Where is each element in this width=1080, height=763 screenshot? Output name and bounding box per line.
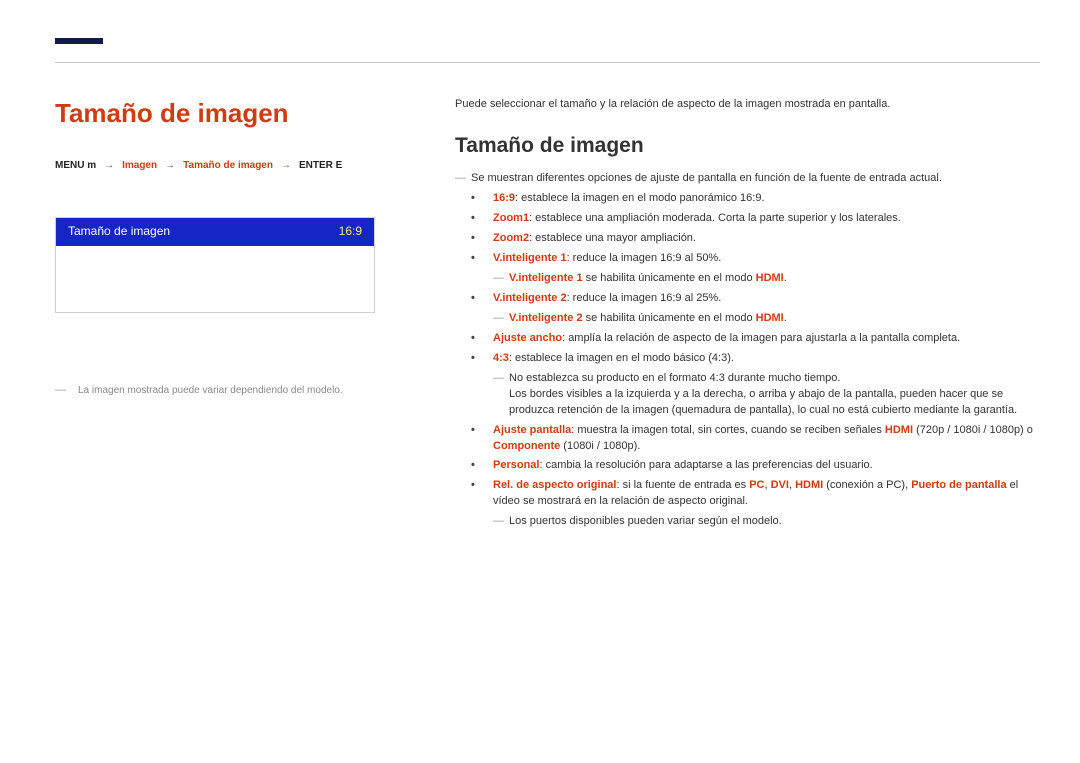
item-text: V.inteligente 1: reduce la imagen 16:9 a…	[493, 251, 1040, 267]
item-text: V.inteligente 2: reduce la imagen 16:9 a…	[493, 291, 1040, 307]
item-text: 4:3: establece la imagen en el modo bási…	[493, 351, 1040, 367]
bullet-icon: •	[471, 478, 493, 510]
left-column: Tamaño de imagen MENU m → Imagen → Tamañ…	[55, 95, 415, 533]
osd-menu-row-selected[interactable]: Tamaño de imagen 16:9	[56, 218, 374, 245]
bullet-icon: •	[471, 191, 493, 207]
item-text: Rel. de aspecto original: si la fuente d…	[493, 478, 1040, 510]
bullet-icon: •	[471, 211, 493, 227]
list-item: • V.inteligente 1: reduce la imagen 16:9…	[471, 251, 1040, 267]
lead-list: ― Se muestran diferentes opciones de aju…	[455, 171, 1040, 187]
bullet-icon: •	[471, 291, 493, 307]
dash-icon: ―	[493, 311, 509, 327]
item-text: Personal: cambia la resolución para adap…	[493, 458, 1040, 474]
term-vint2: V.inteligente 2	[493, 292, 567, 304]
term-personal: Personal	[493, 459, 539, 471]
osd-menu-filler	[56, 246, 374, 312]
header-accent-bar	[55, 38, 103, 44]
page-title: Tamaño de imagen	[55, 95, 415, 133]
term-vint1: V.inteligente 1	[493, 252, 567, 264]
left-note-list: ― La imagen mostrada puede variar dependi…	[55, 383, 415, 399]
sub-note-list: ― No establezca su producto en el format…	[455, 371, 1040, 419]
osd-menu-preview: Tamaño de imagen 16:9	[55, 217, 375, 312]
term-rel-aspecto: Rel. de aspecto original	[493, 479, 616, 491]
bullet-icon: •	[471, 351, 493, 367]
breadcrumb: MENU m → Imagen → Tamaño de imagen → ENT…	[55, 159, 415, 174]
item-text: Ajuste pantalla: muestra la imagen total…	[493, 423, 1040, 455]
dash-icon: ―	[455, 171, 471, 187]
footer-note-text: Los puertos disponibles pueden variar se…	[509, 514, 1040, 530]
item-text: Ajuste ancho: amplía la relación de aspe…	[493, 331, 1040, 347]
sub-note-text: V.inteligente 2 se habilita únicamente e…	[509, 311, 1040, 327]
lead-item: ― Se muestran diferentes opciones de aju…	[455, 171, 1040, 187]
breadcrumb-imagen: Imagen	[122, 159, 157, 174]
right-column: Puede seleccionar el tamaño y la relació…	[455, 95, 1040, 533]
sub-note-list: ― V.inteligente 1 se habilita únicamente…	[455, 271, 1040, 287]
dash-icon: ―	[493, 514, 509, 530]
intro-text: Puede seleccionar el tamaño y la relació…	[455, 97, 1040, 113]
list-item: • V.inteligente 2: reduce la imagen 16:9…	[471, 291, 1040, 307]
page-container: Tamaño de imagen MENU m → Imagen → Tamañ…	[0, 0, 1080, 533]
breadcrumb-menu: MENU m	[55, 159, 96, 174]
list-item: • Zoom1: establece una ampliación modera…	[471, 211, 1040, 227]
dash-icon: ―	[55, 384, 66, 396]
footer-note-list: ― Los puertos disponibles pueden variar …	[455, 514, 1040, 530]
item-text: Zoom1: establece una ampliación moderada…	[493, 211, 1040, 227]
footer-note-item: ― Los puertos disponibles pueden variar …	[493, 514, 1040, 530]
options-list: • V.inteligente 2: reduce la imagen 16:9…	[455, 291, 1040, 307]
breadcrumb-sep-2: →	[165, 159, 175, 174]
breadcrumb-sep-3: →	[281, 159, 291, 174]
term-ajuste-ancho: Ajuste ancho	[493, 332, 562, 344]
term-16-9: 16:9	[493, 192, 515, 204]
term-zoom2: Zoom2	[493, 232, 529, 244]
bullet-icon: •	[471, 251, 493, 267]
breadcrumb-tamano: Tamaño de imagen	[183, 159, 273, 174]
breadcrumb-sep-1: →	[104, 159, 114, 174]
sub-note-list: ― V.inteligente 2 se habilita únicamente…	[455, 311, 1040, 327]
item-text: 16:9: establece la imagen en el modo pan…	[493, 191, 1040, 207]
osd-menu-label: Tamaño de imagen	[68, 223, 170, 240]
list-item: • 16:9: establece la imagen en el modo p…	[471, 191, 1040, 207]
options-list: • Ajuste ancho: amplía la relación de as…	[455, 331, 1040, 367]
list-item: • Personal: cambia la resolución para ad…	[471, 458, 1040, 474]
options-list: • 16:9: establece la imagen en el modo p…	[455, 191, 1040, 267]
section-heading: Tamaño de imagen	[455, 131, 1040, 161]
lead-text: Se muestran diferentes opciones de ajust…	[471, 171, 1040, 187]
left-note-item: ― La imagen mostrada puede variar dependi…	[55, 383, 415, 399]
list-item: • Ajuste ancho: amplía la relación de as…	[471, 331, 1040, 347]
osd-menu-value: 16:9	[339, 223, 362, 240]
term-zoom1: Zoom1	[493, 212, 529, 224]
left-note-text: La imagen mostrada puede variar dependie…	[78, 385, 343, 396]
sub-note-text: V.inteligente 1 se habilita únicamente e…	[509, 271, 1040, 287]
breadcrumb-enter: ENTER E	[299, 159, 342, 174]
list-item: • 4:3: establece la imagen en el modo bá…	[471, 351, 1040, 367]
dash-icon: ―	[493, 271, 509, 287]
bullet-icon: •	[471, 231, 493, 247]
sub-note-item: ― V.inteligente 2 se habilita únicamente…	[493, 311, 1040, 327]
options-list: • Ajuste pantalla: muestra la imagen tot…	[455, 423, 1040, 511]
item-text: Zoom2: establece una mayor ampliación.	[493, 231, 1040, 247]
header-rule	[55, 62, 1040, 63]
bullet-icon: •	[471, 331, 493, 347]
bullet-icon: •	[471, 423, 493, 455]
term-4-3: 4:3	[493, 352, 509, 364]
sub-note-item: ― No establezca su producto en el format…	[493, 371, 1040, 419]
list-item: • Zoom2: establece una mayor ampliación.	[471, 231, 1040, 247]
term-ajuste-pantalla: Ajuste pantalla	[493, 424, 571, 436]
sub-note-item: ― V.inteligente 1 se habilita únicamente…	[493, 271, 1040, 287]
list-item: • Ajuste pantalla: muestra la imagen tot…	[471, 423, 1040, 455]
bullet-icon: •	[471, 458, 493, 474]
sub-note-text: No establezca su producto en el formato …	[509, 371, 1040, 419]
list-item: • Rel. de aspecto original: si la fuente…	[471, 478, 1040, 510]
dash-icon: ―	[493, 371, 509, 419]
